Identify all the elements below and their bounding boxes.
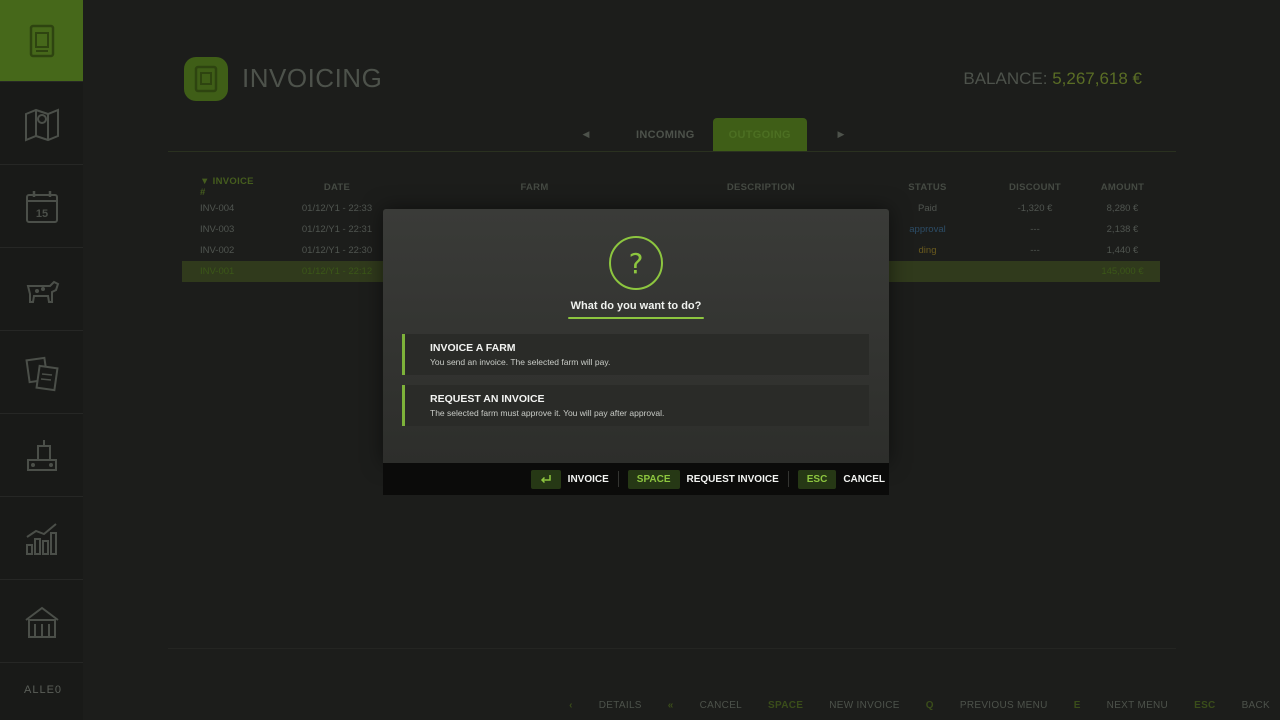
sidebar-item-statistics[interactable]: [0, 498, 83, 580]
hint-previous-menu[interactable]: Q PREVIOUS MENU: [926, 700, 1048, 711]
question-underline: [568, 317, 704, 319]
map-icon: [24, 108, 59, 141]
button-separator: [617, 471, 619, 487]
balance-label: BALANCE:: [963, 69, 1048, 88]
contracts-icon: [24, 356, 59, 391]
sidebar-item-farm[interactable]: [0, 581, 83, 663]
option-description: You send an invoice. The selected farm w…: [430, 357, 611, 367]
sidebar-item-calendar[interactable]: 15: [0, 166, 83, 248]
dialog-body: ? What do you want to do? INVOICE A FARM…: [383, 209, 889, 463]
hint-new-invoice[interactable]: SPACE NEW INVOICE: [768, 700, 900, 711]
tab-next-arrow-icon[interactable]: ▶: [831, 129, 851, 140]
question-icon: ?: [609, 236, 663, 290]
header-date[interactable]: DATE: [257, 182, 417, 193]
tab-divider: [168, 151, 1176, 152]
sidebar-item-animals[interactable]: [0, 249, 83, 331]
dialog-button-bar: INVOICE SPACE REQUEST INVOICE ESC CANCEL: [383, 463, 889, 495]
sidebar-item-production[interactable]: [0, 415, 83, 497]
tab-bar: ◀ INCOMING OUTGOING ▶: [576, 118, 851, 151]
balance-display: BALANCE: 5,267,618 €: [963, 69, 1142, 89]
esc-key: ESC: [797, 469, 837, 489]
bottom-divider: [168, 648, 1176, 649]
sidebar-item-contracts[interactable]: [0, 332, 83, 414]
tab-outgoing[interactable]: OUTGOING: [712, 118, 807, 151]
enter-icon: [530, 469, 561, 489]
animals-icon: [26, 280, 59, 303]
page-title: INVOICING: [242, 63, 383, 93]
dialog-question: What do you want to do?: [570, 300, 702, 312]
hint-back[interactable]: ESC BACK: [1194, 700, 1270, 711]
invoice-icon: [29, 24, 54, 57]
button-separator: [787, 471, 789, 487]
footer-hints: ‹ DETAILS «CANCEL SPACE NEW INVOICE Q PREVI…: [543, 700, 1270, 711]
option-description: The selected farm must approve it. You w…: [430, 408, 665, 418]
option-request-invoice[interactable]: REQUEST AN INVOICE The selected farm mus…: [402, 385, 869, 426]
calendar-icon: 15: [25, 190, 58, 223]
sidebar-bottom-label: ALLE0: [24, 684, 63, 696]
tab-prev-arrow-icon[interactable]: ◀: [576, 129, 596, 140]
request-invoice-button[interactable]: SPACE REQUEST INVOICE: [627, 463, 779, 495]
cancel-button[interactable]: ESC CANCEL: [797, 463, 885, 495]
tab-incoming[interactable]: INCOMING: [620, 118, 711, 151]
option-title: REQUEST AN INVOICE: [430, 393, 545, 405]
page-invoice-icon: [184, 57, 228, 101]
option-invoice-farm[interactable]: INVOICE A FARM You send an invoice. The …: [402, 334, 869, 375]
option-title: INVOICE A FARM: [430, 342, 516, 354]
hint-next-menu[interactable]: E NEXT MENU: [1074, 700, 1168, 711]
space-key: SPACE: [627, 469, 680, 489]
header-farm[interactable]: FARM: [417, 182, 652, 193]
header-discount[interactable]: DISCOUNT: [985, 182, 1085, 193]
table-header: ▼ INVOICE # DATE FARM DESCRIPTION STATUS…: [182, 176, 1160, 198]
svg-text:15: 15: [35, 208, 47, 220]
hint-details[interactable]: ‹ DETAILS: [569, 700, 642, 711]
hint-cancel[interactable]: «CANCEL: [668, 700, 742, 711]
statistics-icon: [25, 522, 57, 555]
header-amount[interactable]: AMOUNT: [1085, 182, 1160, 193]
balance-value: 5,267,618 €: [1052, 69, 1142, 88]
sidebar: 15 ALLE0: [0, 0, 83, 720]
sort-down-icon: ▼: [200, 176, 213, 187]
header-invoice[interactable]: ▼ INVOICE #: [182, 176, 257, 198]
sidebar-item-map[interactable]: [0, 83, 83, 165]
header-description[interactable]: DESCRIPTION: [652, 182, 870, 193]
invoice-button[interactable]: INVOICE: [530, 463, 609, 495]
production-icon: [26, 439, 57, 471]
action-dialog: ? What do you want to do? INVOICE A FARM…: [383, 209, 889, 495]
farm-icon: [24, 606, 59, 638]
header-status[interactable]: STATUS: [870, 182, 985, 193]
sidebar-item-invoicing[interactable]: [0, 0, 83, 82]
